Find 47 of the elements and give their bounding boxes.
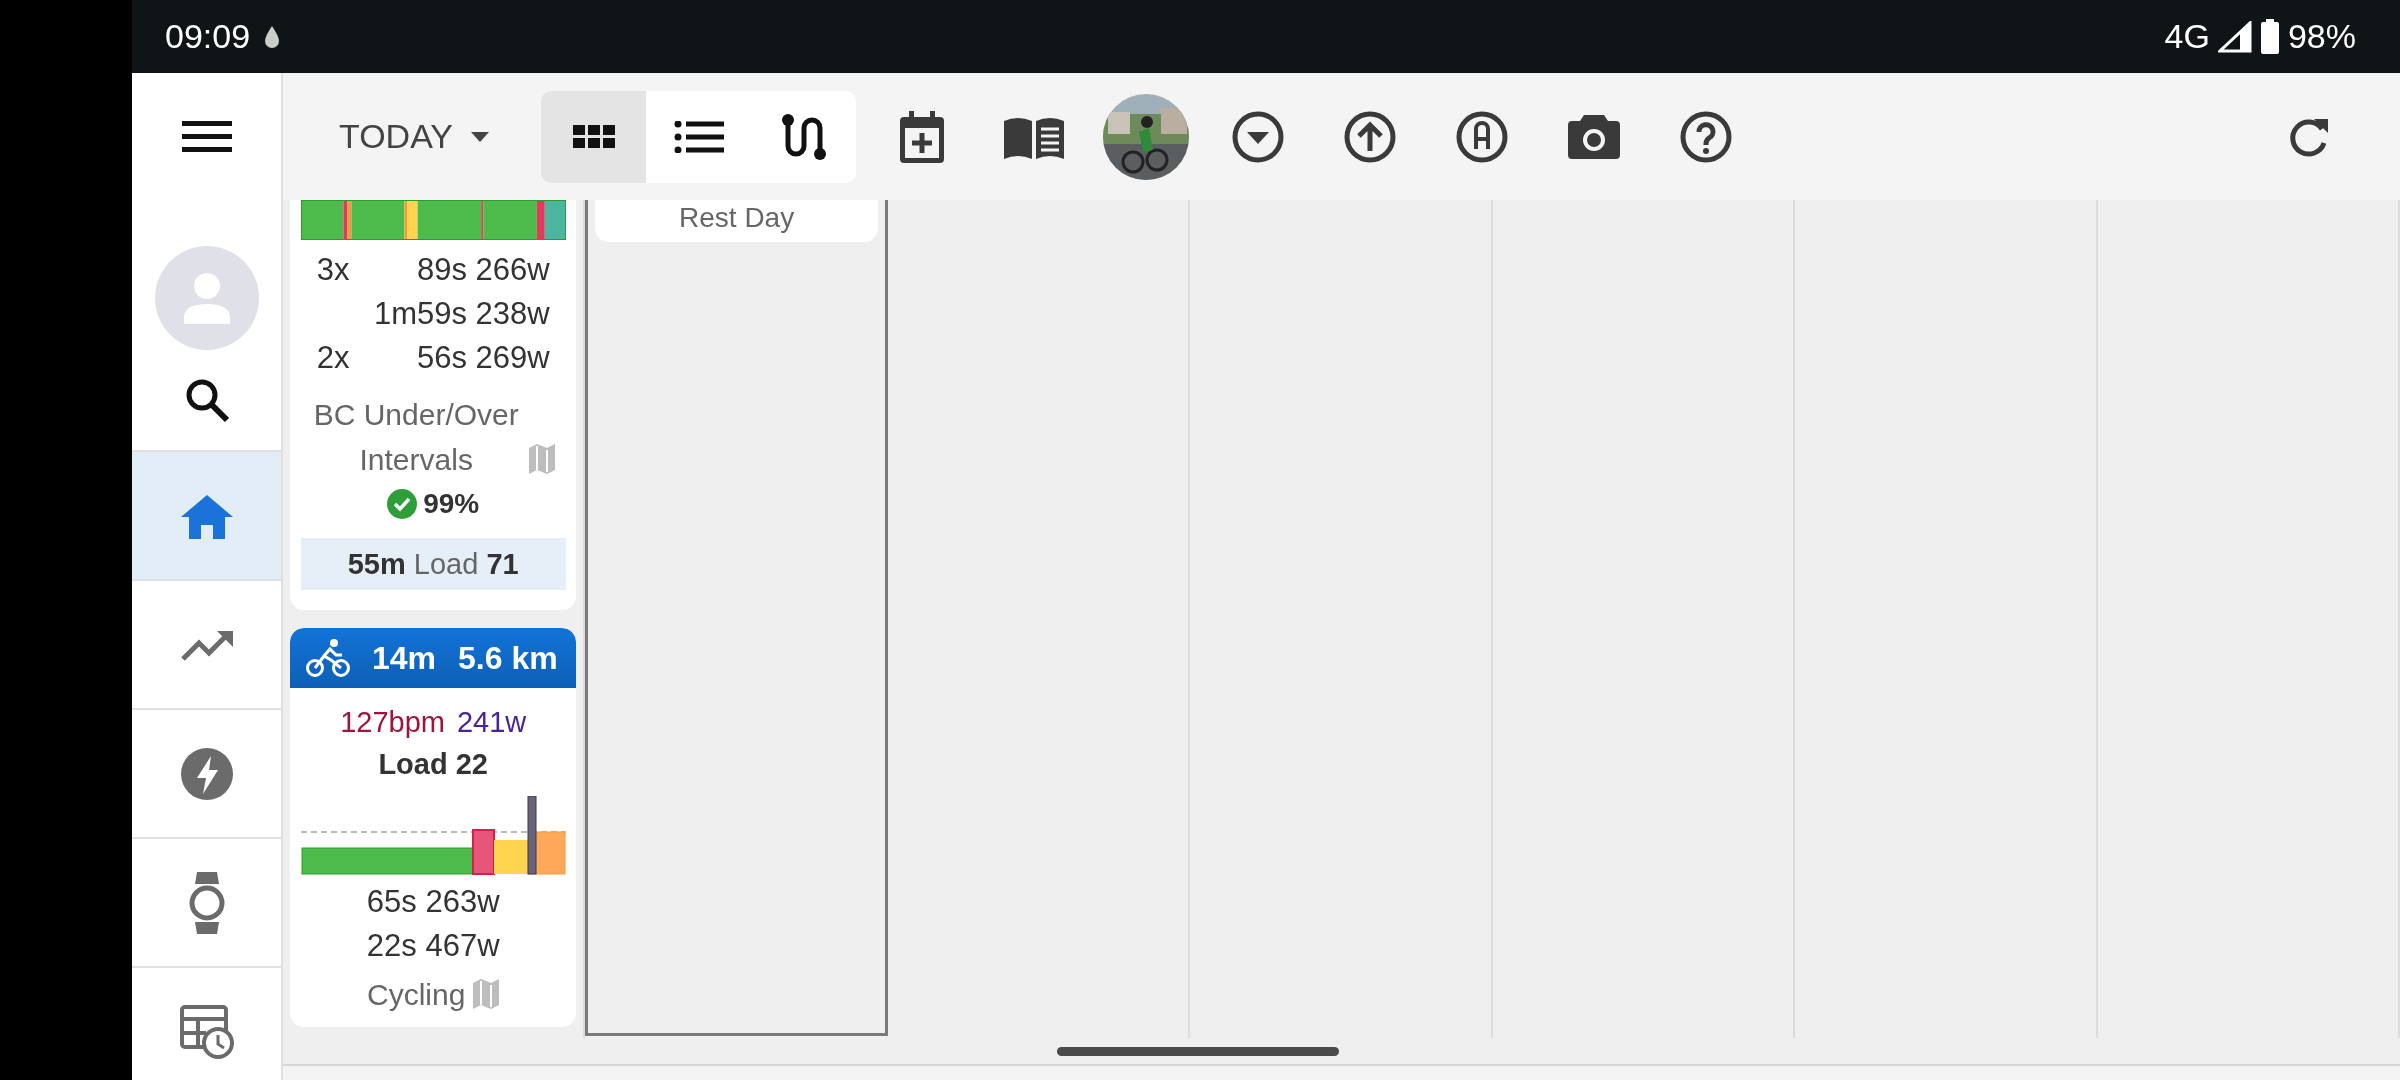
compliance-value: 99% (423, 488, 480, 520)
heart-rate: 127bpm (340, 705, 445, 740)
activity-title: Cycling (367, 977, 466, 1013)
interval-count: 3x (316, 251, 350, 289)
interval-value: 56s 269w (417, 339, 550, 377)
menu-icon[interactable] (181, 119, 232, 154)
watch-icon[interactable] (188, 871, 225, 934)
drop-icon (264, 24, 281, 49)
calendar-add-icon[interactable] (900, 110, 944, 163)
home-icon[interactable] (180, 492, 233, 539)
activity-card[interactable]: 14m 5.6 km 127bpm 241w Load 22 65s 263w 22s 467w Cycling (290, 628, 577, 1027)
interval-value: 1m59s 238w (373, 295, 550, 333)
route-icon (781, 113, 826, 160)
network-type: 4G (2164, 17, 2210, 56)
list-icon (673, 120, 724, 153)
average-power: 241w (456, 705, 527, 740)
activity-duration: 14m (372, 639, 437, 677)
interval-value: 89s 266w (417, 251, 550, 289)
workout-card[interactable]: 3x 89s 266w 1m59s 238w 2x 56s 269w BC Under/Over Intervals 99% 55m Load 71 (290, 200, 577, 610)
battery-icon (2259, 18, 2280, 55)
cyclist-icon (306, 638, 350, 678)
workout-summary: 55m Load 71 (300, 538, 566, 590)
signal-icon (2217, 20, 2252, 53)
dropdown-circle-icon[interactable] (1232, 110, 1284, 163)
rest-day-card[interactable]: Rest Day (595, 200, 878, 242)
grid-icon (572, 125, 615, 148)
camera-icon[interactable] (1568, 114, 1620, 159)
caret-icon (471, 131, 489, 142)
view-grid-button[interactable] (541, 90, 646, 183)
day-column[interactable]: Rest Day (585, 200, 888, 1036)
activity-load: Load 22 (378, 747, 488, 782)
battery-level: 98% (2287, 17, 2356, 56)
date-dropdown[interactable]: TODAY (339, 117, 489, 156)
calendar-clock-icon[interactable] (179, 1004, 234, 1059)
clock: 09:09 (165, 17, 251, 56)
activity-distance: 5.6 km (458, 639, 558, 677)
day-column[interactable]: 3x 89s 266w 1m59s 238w 2x 56s 269w BC Under/Over Intervals 99% 55m Load 71 14m 5.6 km 127bpm 241w Load 22 65s 263w 22s 467w Cycling (283, 200, 586, 1038)
effort-value: 22s 467w (366, 927, 500, 965)
help-icon[interactable] (1680, 110, 1732, 163)
upload-icon[interactable] (1344, 110, 1396, 163)
check-circle-icon (387, 489, 418, 519)
lightning-icon[interactable] (180, 747, 233, 800)
workout-title: BC Under/Over Intervals (312, 397, 520, 478)
effort-value: 65s 263w (366, 883, 500, 921)
trend-icon[interactable] (180, 628, 233, 661)
letter-circle-icon[interactable] (1456, 110, 1508, 163)
interval-count: 2x (316, 339, 350, 377)
